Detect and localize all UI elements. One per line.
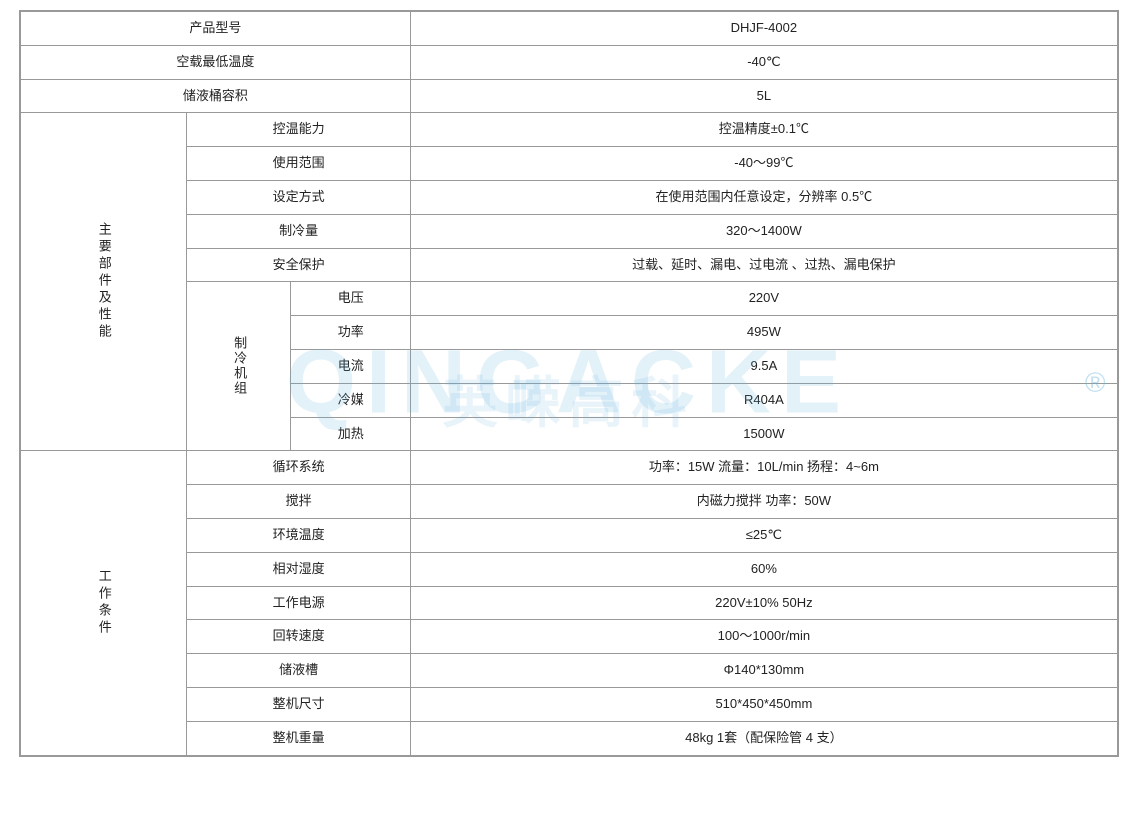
- value-humidity: 60%: [411, 552, 1117, 586]
- table-row: 储液桶容积 5L: [20, 79, 1117, 113]
- value-product-model: DHJF-4002: [411, 12, 1117, 46]
- value-voltage: 220V: [411, 282, 1117, 316]
- spec-table: 产品型号 DHJF-4002 空载最低温度 -40℃ 储液桶容积 5L 主要部件…: [20, 11, 1118, 756]
- label-cooling-capacity: 制冷量: [187, 214, 411, 248]
- label-machine-size: 整机尺寸: [187, 687, 411, 721]
- spec-table-container: QINGACKE 英嵘高科 ® 产品型号 DHJF-4002 空载最低温度 -4…: [19, 10, 1119, 757]
- value-power: 495W: [411, 316, 1117, 350]
- label-stirring: 搅拌: [187, 485, 411, 519]
- value-circulation: 功率：15W 流量：10L/min 扬程：4~6m: [411, 451, 1117, 485]
- label-humidity: 相对湿度: [187, 552, 411, 586]
- value-tank-volume: 5L: [411, 79, 1117, 113]
- label-safety: 安全保护: [187, 248, 411, 282]
- value-min-temp: -40℃: [411, 45, 1117, 79]
- label-temp-control: 控温能力: [187, 113, 411, 147]
- table-row: 工作条件 循环系统 功率：15W 流量：10L/min 扬程：4~6m: [20, 451, 1117, 485]
- label-reservoir: 储液槽: [187, 654, 411, 688]
- value-reservoir: Φ140*130mm: [411, 654, 1117, 688]
- value-cooling-capacity: 320～1400W: [411, 214, 1117, 248]
- label-current: 电流: [291, 349, 411, 383]
- value-current: 9.5A: [411, 349, 1117, 383]
- value-temp-control: 控温精度±0.1℃: [411, 113, 1117, 147]
- value-machine-size: 510*450*450mm: [411, 687, 1117, 721]
- value-machine-weight: 48kg 1套（配保险管 4 支）: [411, 721, 1117, 755]
- label-tank-volume: 储液桶容积: [20, 79, 411, 113]
- label-set-method: 设定方式: [187, 180, 411, 214]
- value-rotation-speed: 100～1000r/min: [411, 620, 1117, 654]
- value-stirring: 内磁力搅拌 功率：50W: [411, 485, 1117, 519]
- label-ambient-temp: 环境温度: [187, 518, 411, 552]
- label-work-power: 工作电源: [187, 586, 411, 620]
- label-circulation: 循环系统: [187, 451, 411, 485]
- label-refrigerant: 冷媒: [291, 383, 411, 417]
- table-row: 空载最低温度 -40℃: [20, 45, 1117, 79]
- label-heating: 加热: [291, 417, 411, 451]
- value-heating: 1500W: [411, 417, 1117, 451]
- label-machine-weight: 整机重量: [187, 721, 411, 755]
- label-product-model: 产品型号: [20, 12, 411, 46]
- table-row: 主要部件及性能 控温能力 控温精度±0.1℃: [20, 113, 1117, 147]
- value-work-power: 220V±10% 50Hz: [411, 586, 1117, 620]
- value-safety: 过载、延时、漏电、过电流 、过热、漏电保护: [411, 248, 1117, 282]
- table-row: 产品型号 DHJF-4002: [20, 12, 1117, 46]
- label-main-section: 主要部件及性能: [20, 113, 187, 451]
- label-use-range: 使用范围: [187, 147, 411, 181]
- label-min-temp: 空载最低温度: [20, 45, 411, 79]
- value-ambient-temp: ≤25℃: [411, 518, 1117, 552]
- label-compressor-section: 制冷机组: [187, 282, 291, 451]
- value-refrigerant: R404A: [411, 383, 1117, 417]
- label-work-section: 工作条件: [20, 451, 187, 755]
- label-rotation-speed: 回转速度: [187, 620, 411, 654]
- label-power: 功率: [291, 316, 411, 350]
- value-set-method: 在使用范围内任意设定，分辨率 0.5℃: [411, 180, 1117, 214]
- label-voltage: 电压: [291, 282, 411, 316]
- value-use-range: -40～99℃: [411, 147, 1117, 181]
